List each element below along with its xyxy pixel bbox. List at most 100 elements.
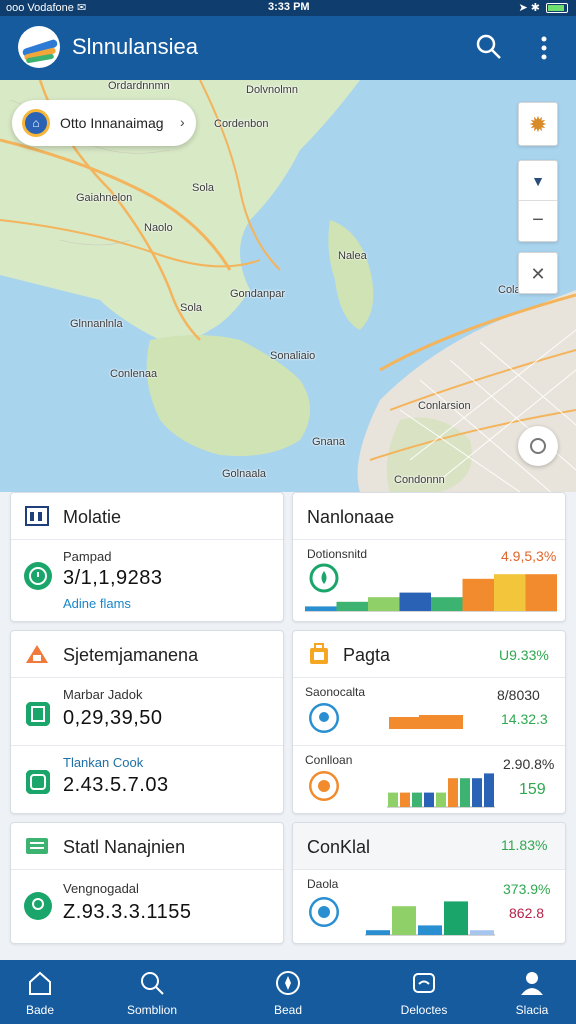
metric-value: 2.90.8%	[503, 756, 555, 772]
card-title: ConKlal	[307, 837, 371, 857]
card-title: Molatie	[63, 507, 122, 527]
nav-devices[interactable]: Deloctes	[374, 960, 474, 1024]
metric-percent: 11.83%	[501, 837, 548, 853]
map-label: Conlenaa	[110, 368, 158, 380]
divider	[293, 745, 565, 746]
clock-text: 3:33 PM	[268, 1, 310, 13]
card-molatie[interactable]: Molatie Pampad 3/1,1,9283 Adine flams	[10, 492, 284, 622]
divider	[11, 745, 283, 746]
metric-value: 862.8	[509, 905, 545, 921]
card-conklal[interactable]: ConKlal 11.83% Daola 373.9% 862.8	[292, 822, 566, 944]
chart-bar	[525, 574, 557, 611]
card-header: Pagta U9.33%	[293, 631, 565, 678]
metric-label: Vengnogadal	[63, 881, 139, 896]
balloon-icon	[309, 703, 339, 733]
chart-nanlonaae	[305, 574, 557, 612]
clipboard-icon	[26, 702, 50, 726]
chart-bar	[470, 930, 494, 935]
zoom-out-button[interactable]: −	[519, 201, 557, 241]
card-header: Nanlonaae	[293, 493, 565, 540]
timer-icon	[24, 562, 52, 590]
chart-bar	[462, 578, 494, 611]
nav-label: Somblion	[126, 1003, 178, 1017]
compass-button[interactable]: ✕	[518, 252, 558, 294]
card-pagta[interactable]: Pagta U9.33% Saonocalta 8/8030 14.32.3 C…	[292, 630, 566, 814]
metric-label: Daola	[307, 877, 339, 891]
card-nanlonaae[interactable]: Nanlonaae Dotionsnitd 4.9,5,3%	[292, 492, 566, 622]
chart-bar	[418, 925, 442, 935]
map-label: Gnana	[312, 436, 346, 448]
bag-icon	[310, 643, 328, 664]
metric-value: 0,29,39,50	[63, 707, 163, 729]
card-header: Molatie	[11, 493, 283, 540]
nav-profile[interactable]: Slacia	[482, 960, 576, 1024]
bottom-navigation: Bade Somblion Bead Deloctes Slacia	[0, 960, 576, 1024]
map-label: Dolvnolmn	[246, 84, 298, 96]
metric-label: Pampad	[63, 549, 112, 564]
card-sjetemjamanena[interactable]: Sjetemjamanena Marbar Jadok 0,29,39,50 T…	[10, 630, 284, 814]
search-icon[interactable]	[476, 34, 502, 60]
pin-icon	[24, 892, 52, 920]
card-title: Statl Nanajnien	[63, 837, 186, 857]
chart-bar	[484, 773, 494, 807]
orange-bar	[389, 715, 463, 729]
metric-percent: U9.33%	[499, 647, 549, 663]
chart-bar	[388, 792, 398, 807]
nav-label: Bade	[25, 1003, 55, 1017]
metric-label: Tlankan Cook	[63, 755, 144, 770]
card-title: Nanlonaae	[307, 507, 395, 527]
card-header: Statl Nanajnien	[11, 823, 283, 870]
card-header: ConKlal 11.83%	[293, 823, 565, 870]
map-label: Sola	[192, 182, 215, 194]
map-view[interactable]: Ordardnnmn Cordenbon Gaiahnelon Naolo So…	[0, 80, 576, 492]
map-label: Cordenbon	[214, 118, 269, 130]
settings-button[interactable]: ✹	[518, 102, 558, 146]
location-name: Otto Innanaimag	[60, 115, 164, 131]
location-selector[interactable]: ⌂ Otto Innanaimag ›	[12, 100, 196, 146]
metric-value: 2.43.5.7.03	[63, 774, 169, 796]
chart-bar	[366, 930, 390, 935]
metric-value: 14.32.3	[501, 711, 548, 727]
search-icon	[141, 972, 164, 995]
nav-search[interactable]: Somblion	[102, 960, 202, 1024]
map-label: Gaiahnelon	[76, 192, 133, 204]
zoom-in-button[interactable]: ▼	[519, 161, 557, 201]
nav-label: Bead	[273, 1003, 303, 1017]
nav-feed[interactable]: Bead	[238, 960, 338, 1024]
map-label: Naolo	[144, 222, 173, 234]
metric-value: 373.9%	[503, 881, 551, 897]
refresh-icon	[26, 770, 50, 794]
metric-label: Dotionsnitd	[307, 547, 368, 561]
app-title: Slnnulansiea	[72, 34, 198, 59]
locate-me-button[interactable]	[518, 426, 558, 466]
map-label: Gondanpar	[230, 288, 286, 300]
chevron-right-icon: ›	[180, 114, 185, 130]
chart-conklal	[365, 901, 495, 936]
metric-value: Z.93.3.3.1155	[63, 901, 192, 923]
map-label: Glnnanlnla	[70, 318, 123, 330]
warning-icon	[26, 645, 48, 663]
chart-bar	[305, 606, 337, 611]
building-icon	[25, 506, 49, 526]
card-title: Pagta	[343, 645, 391, 665]
chart-bar	[472, 778, 482, 807]
metric-value: 159	[519, 781, 546, 798]
app-bar: Slnnulansiea	[0, 16, 576, 80]
status-icons: ➤ ✱	[519, 1, 568, 14]
details-link[interactable]: Adine flams	[63, 596, 131, 611]
map-label: Sola	[180, 302, 203, 314]
device-icon	[413, 973, 435, 993]
chart-bar	[368, 597, 400, 611]
metric-value: 8/8030	[497, 687, 540, 703]
chart-bar	[392, 906, 416, 935]
carrier-text: ooo Vodafone ✉	[6, 2, 87, 14]
chart-pagta	[387, 773, 495, 808]
card-statl-nanajnien[interactable]: Statl Nanajnien Vengnogadal Z.93.3.3.115…	[10, 822, 284, 944]
home-icon	[29, 971, 51, 995]
map-label: Nalea	[338, 250, 367, 262]
nav-home[interactable]: Bade	[0, 960, 90, 1024]
metric-label: Conlloan	[305, 753, 353, 767]
card-header: Sjetemjamanena	[11, 631, 283, 678]
more-options-icon[interactable]	[538, 36, 550, 60]
map-label: Golnaala	[222, 468, 267, 480]
